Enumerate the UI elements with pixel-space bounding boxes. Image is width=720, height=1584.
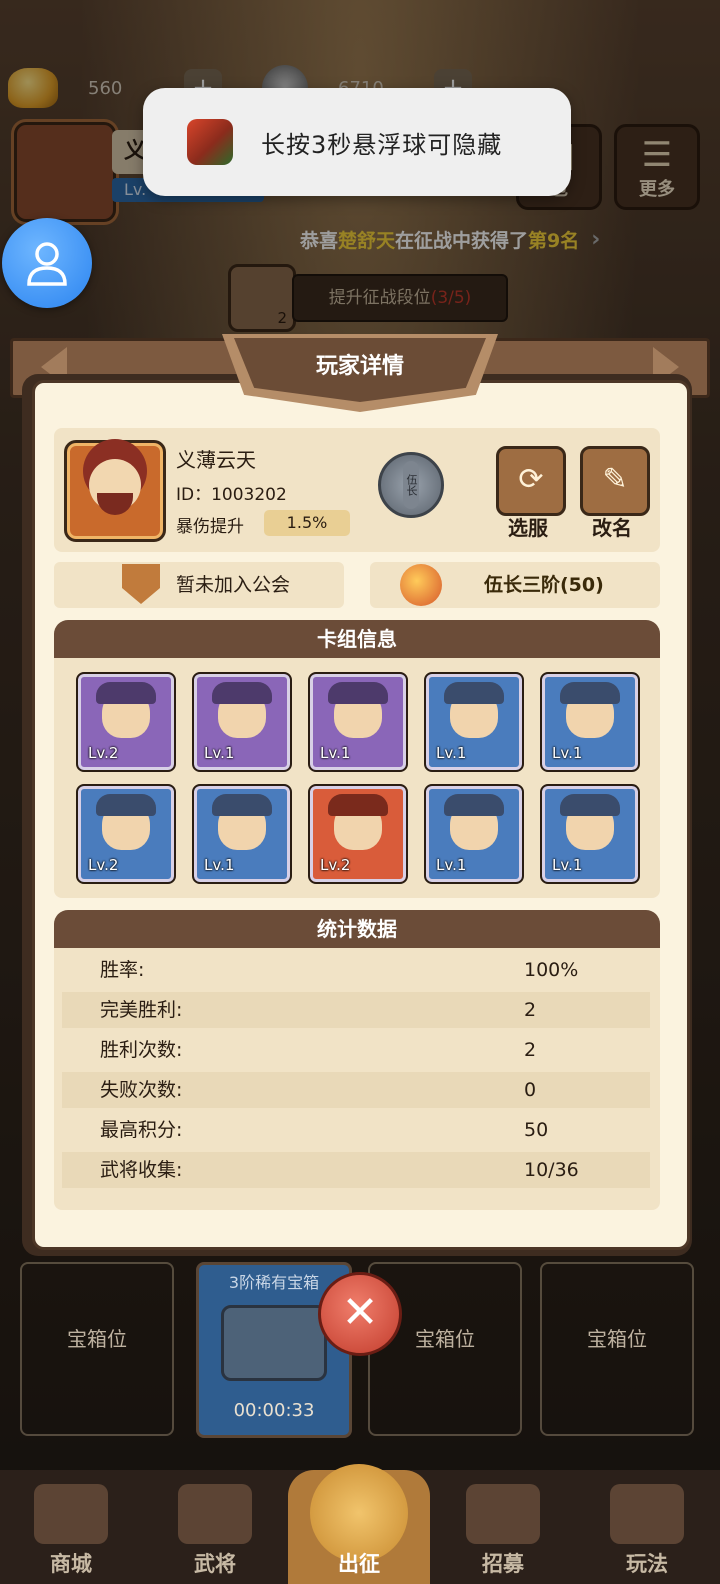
scroll-recruit-icon bbox=[466, 1484, 540, 1544]
nav-generals[interactable]: 武将 bbox=[144, 1470, 286, 1584]
stat-label: 胜利次数: bbox=[100, 1039, 183, 1061]
hero-helmet bbox=[328, 682, 388, 704]
player-id: ID：1003202 bbox=[176, 485, 287, 505]
chest-slot-1[interactable]: 宝箱位 bbox=[20, 1262, 174, 1436]
card-level: Lv.1 bbox=[204, 744, 235, 762]
stat-label: 武将收集: bbox=[100, 1159, 183, 1181]
deck-card[interactable]: Lv.1 bbox=[192, 672, 292, 772]
stats-header: 统计数据 bbox=[54, 910, 660, 948]
chest-timer: 00:00:33 bbox=[233, 1400, 315, 1421]
general-icon bbox=[178, 1484, 252, 1544]
hero-helmet bbox=[96, 682, 156, 704]
stat-value: 100% bbox=[524, 959, 579, 981]
bonus-value: 1.5% bbox=[264, 510, 350, 536]
card-level: Lv.1 bbox=[320, 744, 351, 762]
hero-helmet bbox=[444, 682, 504, 704]
stat-value: 2 bbox=[524, 999, 537, 1021]
deck-card[interactable]: Lv.2 bbox=[76, 672, 176, 772]
deck-card[interactable]: Lv.2 bbox=[76, 784, 176, 884]
stat-row: 胜利次数: 2 bbox=[62, 1032, 650, 1068]
chest-slot-4[interactable]: 宝箱位 bbox=[540, 1262, 694, 1436]
card-level: Lv.2 bbox=[88, 856, 119, 874]
deck-card[interactable]: Lv.1 bbox=[192, 784, 292, 884]
rank-badge-icon: 伍长 bbox=[378, 452, 444, 518]
player-avatar bbox=[64, 440, 166, 542]
stat-value: 2 bbox=[524, 1039, 537, 1061]
stat-row: 完美胜利: 2 bbox=[62, 992, 650, 1028]
card-level: Lv.1 bbox=[552, 744, 583, 762]
money-bag-icon bbox=[400, 564, 442, 606]
deck-card[interactable]: Lv.1 bbox=[308, 672, 408, 772]
stat-row: 胜率: 100% bbox=[62, 952, 650, 988]
shop-icon bbox=[34, 1484, 108, 1544]
deck-card[interactable]: Lv.1 bbox=[424, 784, 524, 884]
stat-label: 失败次数: bbox=[100, 1079, 183, 1101]
nav-modes[interactable]: 玩法 bbox=[576, 1470, 718, 1584]
hero-helmet bbox=[444, 794, 504, 816]
user-icon bbox=[27, 242, 67, 286]
rename-button[interactable]: ✎ bbox=[580, 446, 650, 516]
card-level: Lv.1 bbox=[436, 744, 467, 762]
card-level: Lv.2 bbox=[320, 856, 351, 874]
player-name: 义薄云天 bbox=[176, 448, 256, 472]
refresh-icon: ⟳ bbox=[518, 462, 544, 497]
stat-label: 胜率: bbox=[100, 959, 145, 981]
guild-status[interactable]: 暂未加入公会 bbox=[54, 562, 344, 608]
stat-value: 10/36 bbox=[524, 1159, 579, 1181]
card-level: Lv.1 bbox=[436, 856, 467, 874]
stat-row: 武将收集: 10/36 bbox=[62, 1152, 650, 1188]
stat-row: 最高积分: 50 bbox=[62, 1112, 650, 1148]
card-level: Lv.2 bbox=[88, 744, 119, 762]
switch-server-label: 选服 bbox=[508, 516, 548, 540]
pencil-icon: ✎ bbox=[602, 462, 628, 497]
close-button[interactable]: ✕ bbox=[318, 1272, 402, 1356]
stat-label: 最高积分: bbox=[100, 1119, 183, 1141]
bonus-label: 暴伤提升 bbox=[176, 517, 244, 537]
panel-title-banner: 玩家详情 bbox=[222, 334, 498, 412]
stat-value: 50 bbox=[524, 1119, 549, 1141]
hero-helmet bbox=[560, 794, 620, 816]
nav-battle[interactable]: 出征 bbox=[288, 1464, 430, 1584]
palace-icon bbox=[610, 1484, 684, 1544]
deck-card[interactable]: Lv.1 bbox=[540, 672, 640, 772]
deck-card[interactable]: Lv.2 bbox=[308, 784, 408, 884]
deck-card[interactable]: Lv.1 bbox=[540, 784, 640, 884]
card-level: Lv.1 bbox=[204, 856, 235, 874]
hero-helmet bbox=[212, 682, 272, 704]
stat-label: 完美胜利: bbox=[100, 999, 183, 1021]
card-level: Lv.1 bbox=[552, 856, 583, 874]
floating-ball[interactable] bbox=[2, 218, 92, 308]
switch-server-button[interactable]: ⟳ bbox=[496, 446, 566, 516]
nav-shop[interactable]: 商城 bbox=[0, 1470, 142, 1584]
app-icon bbox=[187, 119, 233, 165]
deck-header: 卡组信息 bbox=[54, 620, 660, 658]
hero-helmet bbox=[212, 794, 272, 816]
nav-recruit[interactable]: 招募 bbox=[432, 1470, 574, 1584]
stat-value: 0 bbox=[524, 1079, 537, 1101]
panel-title: 玩家详情 bbox=[315, 354, 404, 379]
toast-text: 长按3秒悬浮球可隐藏 bbox=[261, 130, 503, 159]
deck-card[interactable]: Lv.1 bbox=[424, 672, 524, 772]
hero-helmet bbox=[560, 682, 620, 704]
toast-message: 长按3秒悬浮球可隐藏 bbox=[143, 88, 571, 196]
stat-row: 失败次数: 0 bbox=[62, 1072, 650, 1108]
close-icon: ✕ bbox=[341, 1287, 379, 1338]
hero-helmet bbox=[328, 794, 388, 816]
hero-helmet bbox=[96, 794, 156, 816]
treasure-chest-icon bbox=[221, 1305, 327, 1381]
rename-label: 改名 bbox=[592, 516, 632, 540]
